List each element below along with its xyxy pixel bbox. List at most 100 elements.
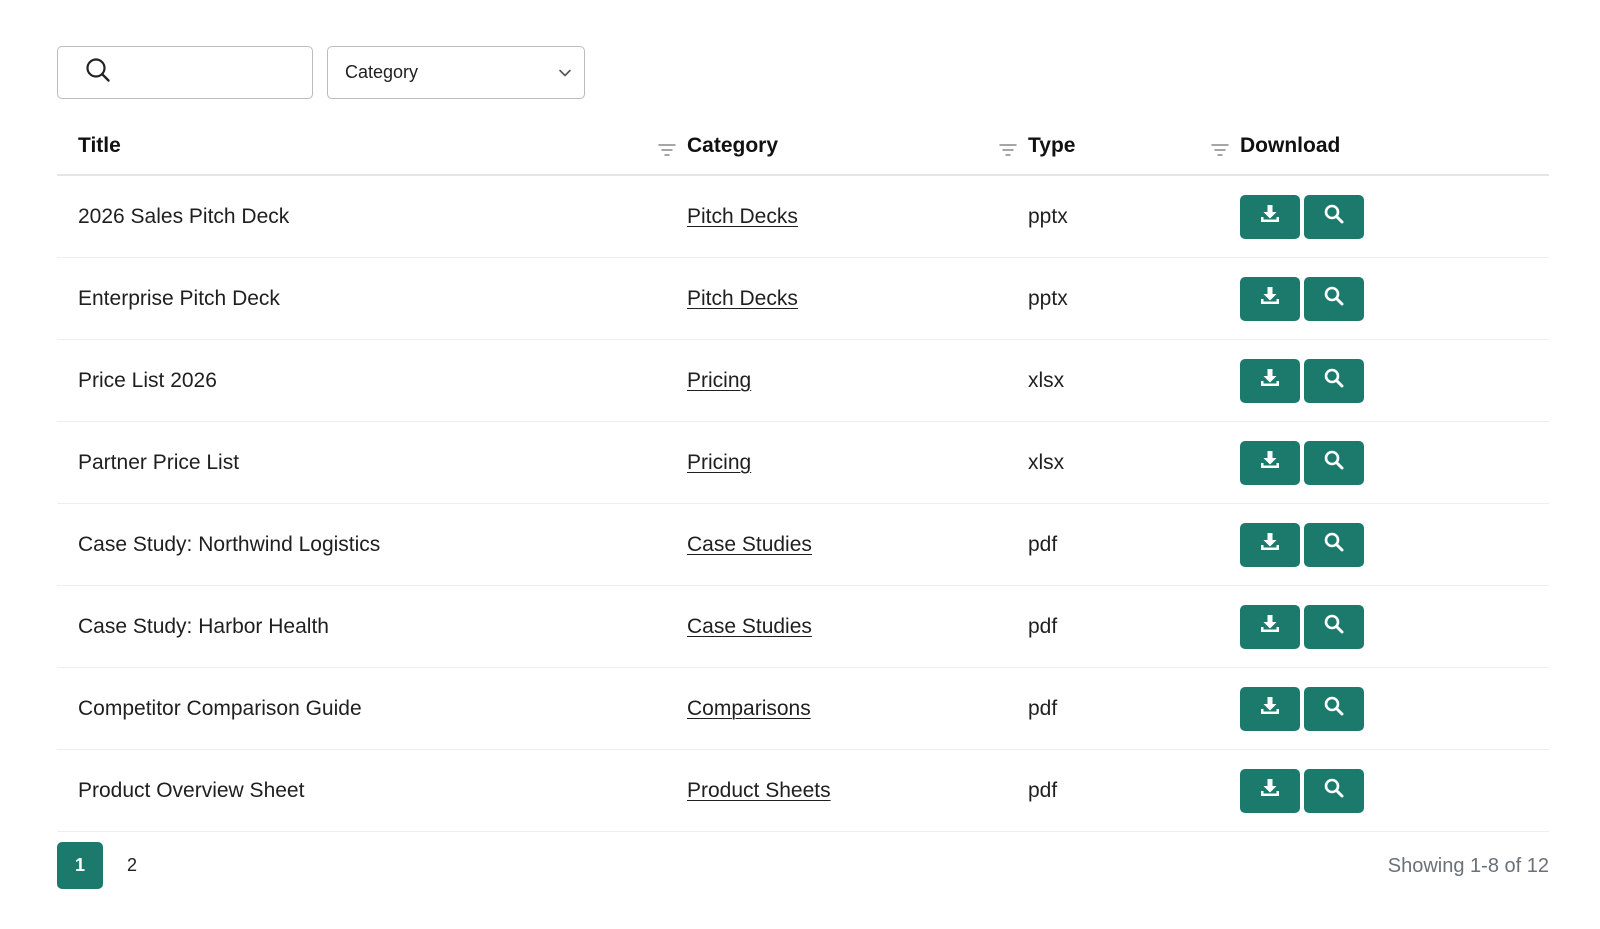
column-header-title: Title [57, 134, 687, 158]
row-actions [1240, 768, 1549, 813]
row-title: 2026 Sales Pitch Deck [78, 204, 290, 228]
download-icon [1259, 449, 1281, 477]
filter-icon[interactable] [658, 139, 676, 156]
magnifier-icon [1323, 203, 1345, 231]
download-button[interactable] [1240, 194, 1300, 239]
preview-button[interactable] [1304, 194, 1364, 239]
magnifier-icon [1323, 449, 1345, 477]
download-icon [1259, 695, 1281, 723]
download-button[interactable] [1240, 768, 1300, 813]
filter-icon[interactable] [1211, 139, 1229, 156]
row-actions [1240, 194, 1549, 239]
table-row: Product Overview Sheet Product Sheets pdf [57, 750, 1549, 832]
column-header-title-label: Title [78, 133, 121, 157]
row-actions [1240, 604, 1549, 649]
download-icon [1259, 203, 1281, 231]
column-header-download-label: Download [1240, 133, 1341, 157]
magnifier-icon [1323, 285, 1345, 313]
magnifier-icon [1323, 531, 1345, 559]
row-type: pptx [1028, 204, 1068, 228]
download-button[interactable] [1240, 604, 1300, 649]
row-category-link[interactable]: Product Sheets [687, 779, 831, 802]
results-summary: Showing 1-8 of 12 [1387, 855, 1549, 877]
row-actions [1240, 276, 1549, 321]
preview-button[interactable] [1304, 358, 1364, 403]
row-category-link[interactable]: Comparisons [687, 697, 811, 720]
row-title: Case Study: Harbor Health [78, 614, 329, 638]
table-row: Case Study: Harbor Health Case Studies pdf [57, 586, 1549, 668]
row-category-cell: Case Studies [687, 615, 1028, 639]
preview-button[interactable] [1304, 276, 1364, 321]
category-select[interactable]: Category [327, 46, 585, 99]
preview-button[interactable] [1304, 768, 1364, 813]
row-title: Enterprise Pitch Deck [78, 286, 280, 310]
column-header-category-label: Category [687, 133, 779, 157]
magnifier-icon [1323, 613, 1345, 641]
table-header: Title Category Type Download [57, 117, 1549, 176]
row-category-cell: Pricing [687, 369, 1028, 393]
search-input[interactable] [121, 56, 357, 89]
row-type: pptx [1028, 286, 1068, 310]
download-button[interactable] [1240, 686, 1300, 731]
preview-button[interactable] [1304, 686, 1364, 731]
download-icon [1259, 531, 1281, 559]
row-title: Partner Price List [78, 450, 240, 474]
row-category-cell: Pricing [687, 451, 1028, 475]
table-row: Case Study: Northwind Logistics Case Stud… [57, 504, 1549, 586]
download-button[interactable] [1240, 358, 1300, 403]
row-title: Price List 2026 [78, 368, 217, 392]
row-title: Competitor Comparison Guide [78, 696, 362, 720]
row-type: pdf [1028, 614, 1058, 638]
table-row: Competitor Comparison Guide Comparisons pd… [57, 668, 1549, 750]
magnifier-icon [1323, 695, 1345, 723]
page-button-1[interactable]: 1 [57, 842, 103, 889]
table-row: Enterprise Pitch Deck Pitch Decks pptx [57, 258, 1549, 340]
column-header-type: Type [1028, 134, 1240, 158]
row-category-link[interactable]: Case Studies [687, 615, 812, 638]
page-button-2[interactable]: 2 [127, 855, 137, 876]
row-category-link[interactable]: Pricing [687, 451, 751, 474]
row-actions [1240, 686, 1549, 731]
column-header-type-label: Type [1028, 133, 1076, 157]
row-type: pdf [1028, 532, 1058, 556]
row-type: pdf [1028, 696, 1058, 720]
row-category-link[interactable]: Pricing [687, 369, 751, 392]
preview-button[interactable] [1304, 604, 1364, 649]
row-actions [1240, 522, 1549, 567]
row-category-cell: Case Studies [687, 533, 1028, 557]
download-icon [1259, 613, 1281, 641]
row-category-link[interactable]: Pitch Decks [687, 287, 798, 310]
resource-library: Category Title Category Type Download 20… [0, 0, 1600, 929]
row-category-cell: Pitch Decks [687, 287, 1028, 311]
row-title: Product Overview Sheet [78, 778, 305, 802]
row-type: pdf [1028, 778, 1058, 802]
preview-button[interactable] [1304, 440, 1364, 485]
preview-button[interactable] [1304, 522, 1364, 567]
pagination: 1 2 [57, 842, 137, 889]
row-title: Case Study: Northwind Logistics [78, 532, 381, 556]
download-icon [1259, 777, 1281, 805]
row-category-cell: Product Sheets [687, 779, 1028, 803]
column-header-category: Category [687, 134, 1028, 158]
filter-icon[interactable] [999, 139, 1017, 156]
magnifier-icon [1323, 367, 1345, 395]
download-button[interactable] [1240, 522, 1300, 567]
row-category-link[interactable]: Pitch Decks [687, 205, 798, 228]
search-icon [85, 57, 111, 88]
category-select-label: Category [345, 62, 419, 82]
row-actions [1240, 358, 1549, 403]
download-button[interactable] [1240, 440, 1300, 485]
magnifier-icon [1323, 777, 1345, 805]
download-icon [1259, 285, 1281, 313]
chevron-down-icon [558, 62, 572, 83]
column-header-download: Download [1240, 134, 1549, 158]
table-row: Price List 2026 Pricing xlsx [57, 340, 1549, 422]
table-row: Partner Price List Pricing xlsx [57, 422, 1549, 504]
row-category-link[interactable]: Case Studies [687, 533, 812, 556]
search-field[interactable] [57, 46, 357, 99]
download-icon [1259, 367, 1281, 395]
filter-bar: Category [57, 46, 585, 99]
row-category-cell: Pitch Decks [687, 205, 1028, 229]
download-button[interactable] [1240, 276, 1300, 321]
resources-table: Title Category Type Download 2026 Sales … [57, 117, 1549, 832]
